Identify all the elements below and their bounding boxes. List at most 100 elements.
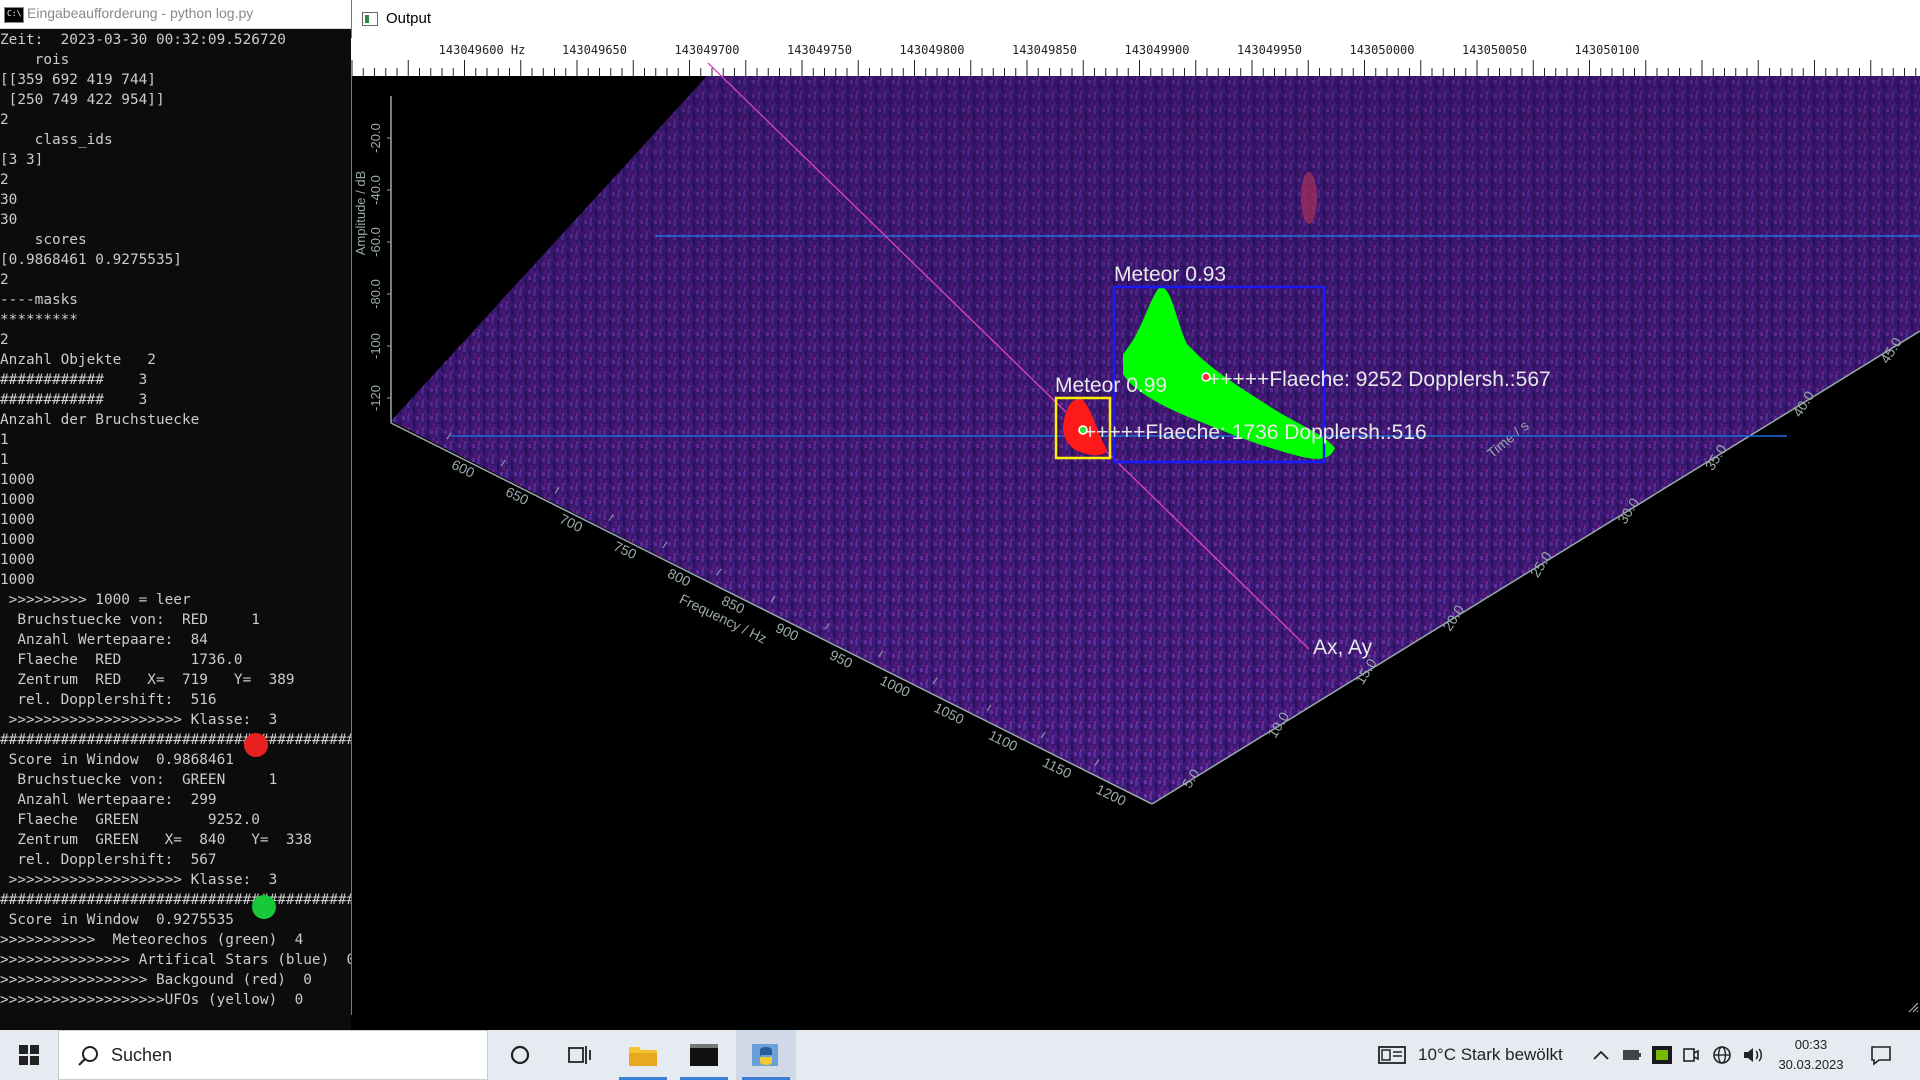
console-line: 30 xyxy=(0,212,18,228)
meteor-label-green: Meteor 0.93 xyxy=(1114,263,1226,286)
clock-date: 30.03.2023 xyxy=(1778,1057,1844,1072)
volume-icon[interactable] xyxy=(1742,1045,1764,1065)
console-line: [0.9868461 0.9275535] xyxy=(0,252,182,268)
console-line: >>>>>>>>>>>>>>>>>>>UFOs (yellow) 0 xyxy=(0,992,304,1008)
clock[interactable]: 00:33 30.03.2023 xyxy=(1770,1035,1852,1075)
ruler-label: 143049800 xyxy=(899,43,964,57)
console-line: ############ 3 xyxy=(0,392,148,408)
console-line: Anzahl Objekte 2 xyxy=(0,352,156,368)
console-line: ########################################… xyxy=(0,892,351,908)
meteor-label-red: Meteor 0.99 xyxy=(1055,374,1167,397)
cortana-button[interactable] xyxy=(490,1030,550,1080)
console-line: 1000 xyxy=(0,472,35,488)
ruler-label: 143049600 Hz xyxy=(439,43,526,57)
console-line: 2 xyxy=(0,272,9,288)
battery-icon[interactable] xyxy=(1622,1048,1642,1062)
amplitude-axis-title: Amplitude / dB xyxy=(353,171,368,256)
console-line: >>>>>>>>>>>>>>>>>>>> Klasse: 3 xyxy=(0,712,278,728)
console-line: Bruchstuecke von: RED 1 xyxy=(0,612,260,628)
ax-ay-label: Ax, Ay xyxy=(1313,636,1373,659)
surface-peak xyxy=(1301,172,1317,224)
console-line: [250 749 422 954]] xyxy=(0,92,165,108)
search-icon xyxy=(78,1046,98,1066)
console-line: class_ids xyxy=(0,132,113,148)
weather-icon[interactable] xyxy=(1378,1044,1406,1066)
console-line: Anzahl Wertepaare: 84 xyxy=(0,632,208,648)
console-line: 2 xyxy=(0,112,9,128)
console-line: Flaeche RED 1736.0 xyxy=(0,652,243,668)
console-window[interactable]: C:\ Eingabeaufforderung - python log.py … xyxy=(0,0,351,1030)
amplitude-label: -120 xyxy=(368,385,383,411)
console-line: ********* xyxy=(0,312,78,328)
console-titlebar[interactable]: C:\ Eingabeaufforderung - python log.py xyxy=(0,0,351,29)
console-line: Anzahl Wertepaare: 299 xyxy=(0,792,217,808)
window-icon xyxy=(362,12,378,26)
cmd-icon: C:\ xyxy=(4,7,24,23)
console-line: [[359 692 419 744] xyxy=(0,72,156,88)
ruler-label: 143049900 xyxy=(1124,43,1189,57)
amplitude-label: -100 xyxy=(368,333,383,359)
python-taskbar-button[interactable] xyxy=(736,1030,796,1080)
weather-text[interactable]: 10°C Stark bewölkt xyxy=(1418,1045,1563,1065)
cortana-icon xyxy=(510,1045,530,1065)
console-line: [3 3] xyxy=(0,152,44,168)
console-line: >>>>>>>>>>>>>>> Artifical Stars (blue) 0 xyxy=(0,952,351,968)
console-line: >>>>>>>>> 1000 = leer xyxy=(0,592,191,608)
green-status-dot xyxy=(252,895,276,919)
amplitude-label: -80.0 xyxy=(368,279,383,309)
console-line: scores xyxy=(0,232,87,248)
console-line: Bruchstuecke von: GREEN 1 xyxy=(0,772,278,788)
nvidia-icon[interactable] xyxy=(1652,1046,1672,1064)
meteor-center-red xyxy=(1078,425,1088,435)
search-box[interactable]: Suchen xyxy=(58,1030,488,1080)
taskbar: Suchen 10°C Stark bewölkt 00:33 30.03.20… xyxy=(0,1030,1920,1080)
console-line: >>>>>>>>>>> Meteorechos (green) 4 xyxy=(0,932,304,948)
cmd-taskbar-button[interactable] xyxy=(674,1030,734,1080)
console-line: >>>>>>>>>>>>>>>>> Backgound (red) 0 xyxy=(0,972,312,988)
clock-time: 00:33 xyxy=(1794,1037,1828,1052)
windows-icon xyxy=(19,1045,39,1065)
network-globe-icon[interactable] xyxy=(1712,1045,1732,1065)
ruler-label: 143049700 xyxy=(674,43,739,57)
console-line: Zentrum GREEN X= 840 Y= 338 xyxy=(0,832,312,848)
task-view-button[interactable] xyxy=(550,1030,610,1080)
console-line: Anzahl der Bruchstuecke xyxy=(0,412,200,428)
start-button[interactable] xyxy=(0,1030,58,1080)
ruler-label: 143050050 xyxy=(1462,43,1527,57)
console-line: ########################################… xyxy=(0,732,351,748)
ruler-label: 143049850 xyxy=(1012,43,1077,57)
notifications-icon[interactable] xyxy=(1870,1044,1892,1066)
ruler-label: 143049950 xyxy=(1237,43,1302,57)
console-line: 1000 xyxy=(0,552,35,568)
console-line: 1000 xyxy=(0,532,35,548)
meteor-info-green: +++++Flaeche: 9252 Dopplersh.:567 xyxy=(1208,368,1551,391)
console-line: Score in Window 0.9275535 xyxy=(0,912,234,928)
task-view-icon xyxy=(568,1046,591,1064)
output-titlebar[interactable]: Output xyxy=(352,0,1920,38)
console-line: ----masks xyxy=(0,292,78,308)
amplitude-axis: -20.0 -40.0 -60.0 -80.0 -100 -120 Amplitude / … xyxy=(353,123,391,411)
console-line: >>>>>>>>>>>>>>>>>>>> Klasse: 3 xyxy=(0,872,278,888)
console-line: 1000 xyxy=(0,572,35,588)
ruler-label: 143050000 xyxy=(1349,43,1414,57)
console-line: Score in Window 0.9868461 xyxy=(0,752,234,768)
console-line: rel. Dopplershift: 516 xyxy=(0,692,217,708)
ruler-label: 143049750 xyxy=(787,43,852,57)
chevron-up-icon[interactable] xyxy=(1592,1049,1610,1061)
console-line: 2 xyxy=(0,172,9,188)
console-line: ############ 3 xyxy=(0,372,148,388)
console-line: Zentrum RED X= 719 Y= 389 xyxy=(0,672,295,688)
console-line: 1000 xyxy=(0,512,35,528)
file-explorer-button[interactable] xyxy=(613,1030,673,1080)
console-output[interactable]: Zeit: 2023-03-30 00:32:09.526720 rois [[3… xyxy=(0,30,351,1015)
console-line: rois xyxy=(0,52,70,68)
search-placeholder: Suchen xyxy=(111,1045,173,1065)
console-line: rel. Dopplershift: 567 xyxy=(0,852,217,868)
amplitude-label: -20.0 xyxy=(368,123,383,153)
console-line: 1000 xyxy=(0,492,35,508)
meet-now-icon[interactable] xyxy=(1682,1046,1700,1064)
console-line: 1 xyxy=(0,432,9,448)
ruler-label: 143050100 xyxy=(1574,43,1639,57)
spectrogram-plot[interactable]: 143049600 Hz 143049650 143049700 143049750 1… xyxy=(351,38,1920,1015)
console-title: Eingabeaufforderung - python log.py xyxy=(27,5,254,21)
